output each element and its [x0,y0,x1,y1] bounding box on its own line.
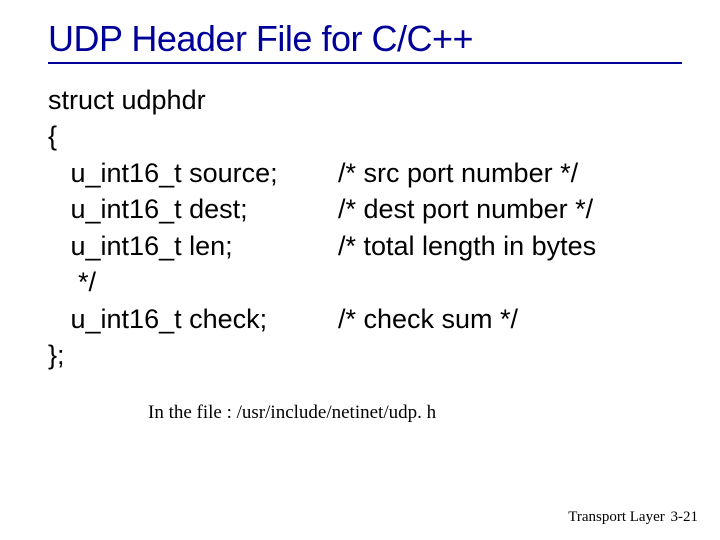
member-comment: /* src port number */ [338,155,682,191]
member-decl: u_int16_t check; [48,301,338,337]
footer-label: Transport Layer [568,509,665,525]
member-decl: u_int16_t len; [48,228,338,264]
page-title: UDP Header File for C/C++ [48,18,682,64]
code-line: struct udphdr [48,82,682,118]
code-line: }; [48,337,682,373]
member-decl: u_int16_t dest; [48,191,338,227]
footer-page: 3-21 [671,509,699,525]
code-line: u_int16_t len; /* total length in bytes [48,228,682,264]
code-line: u_int16_t source; /* src port number */ [48,155,682,191]
code-block: struct udphdr { u_int16_t source; /* src… [48,82,682,374]
slide-footer: Transport Layer 3-21 [568,509,698,526]
member-comment: /* total length in bytes [338,228,682,264]
code-line: */ [48,264,682,300]
file-location-note: In the file : /usr/include/netinet/udp. … [148,402,682,424]
member-comment: /* dest port number */ [338,191,682,227]
code-line: u_int16_t dest; /* dest port number */ [48,191,682,227]
code-line: { [48,118,682,154]
code-line: u_int16_t check; /* check sum */ [48,301,682,337]
member-decl: u_int16_t source; [48,155,338,191]
member-comment: /* check sum */ [338,301,682,337]
